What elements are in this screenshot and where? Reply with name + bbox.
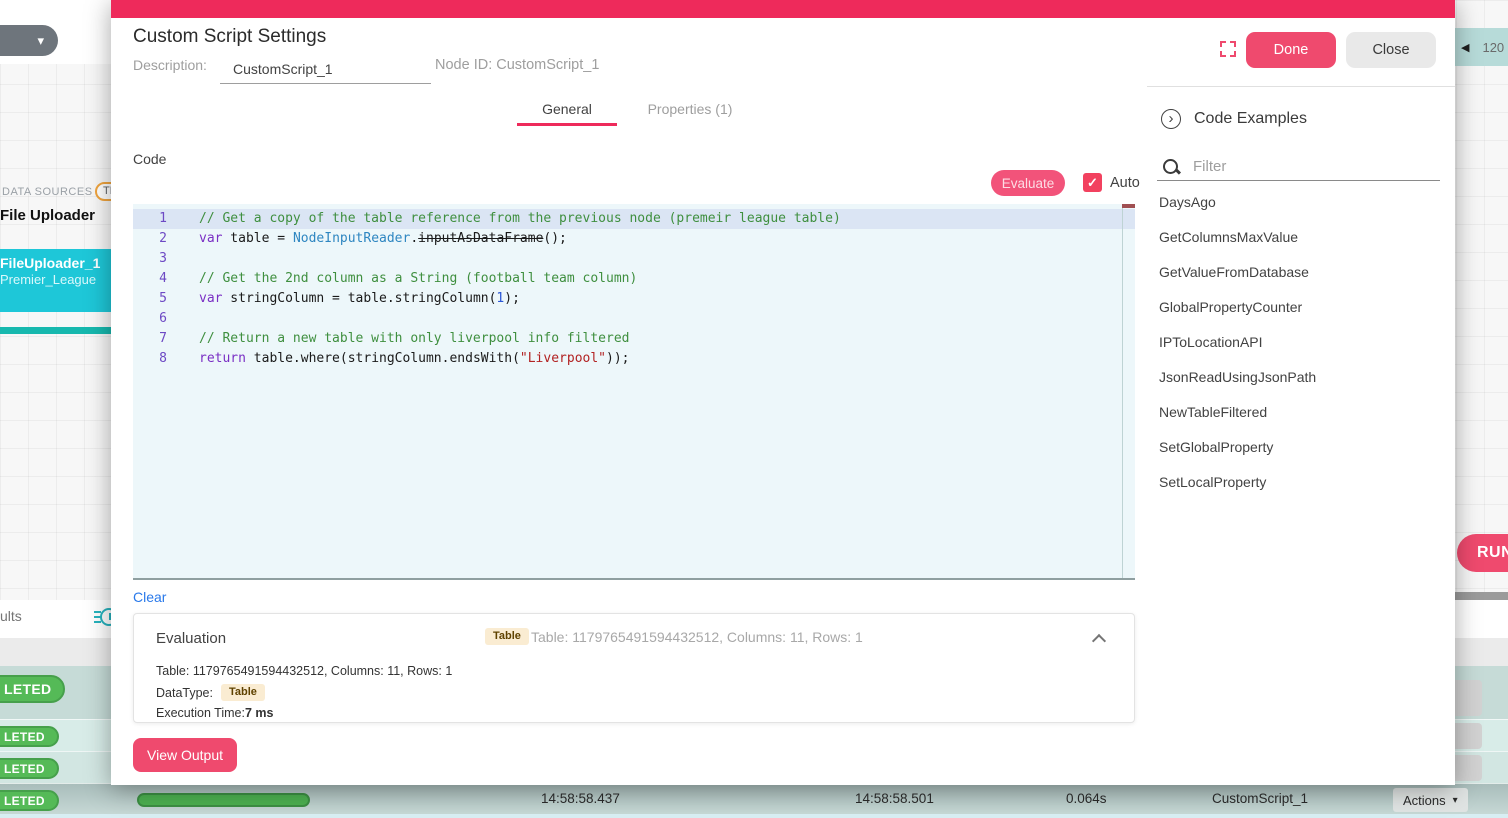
custom-script-settings-modal: Custom Script Settings Description: Node… — [111, 0, 1455, 785]
code-line[interactable]: 4// Get the 2nd column as a String (foot… — [133, 269, 1135, 289]
status-badge: LETED — [0, 675, 65, 703]
code-lines: 1// Get a copy of the table reference fr… — [133, 204, 1135, 369]
evaluate-button[interactable]: Evaluate — [991, 170, 1065, 196]
code-line[interactable]: 8return table.where(stringColumn.endsWit… — [133, 349, 1135, 369]
datatype-badge: Table — [221, 684, 265, 701]
evaluation-card: Evaluation Table Table: 1179765491594432… — [133, 613, 1135, 723]
status-badge: LETED — [0, 758, 59, 779]
code-example-item[interactable]: SetLocalProperty — [1147, 465, 1455, 500]
code-example-item[interactable]: SetGlobalProperty — [1147, 430, 1455, 465]
horizontal-scrollbar[interactable] — [1455, 592, 1508, 600]
actions-dropdown-button[interactable]: Actions ▾ — [1393, 788, 1468, 812]
execution-time-value: 7 ms — [245, 706, 274, 720]
code-examples-sidebar: › Code Examples DaysAgoGetColumnsMaxValu… — [1147, 86, 1455, 785]
result-row-selected: LETED 14:58:58.437 14:58:58.501 0.064s C… — [0, 783, 1508, 814]
clear-link[interactable]: Clear — [133, 589, 166, 605]
dropdown-arrow-icon: ▾ — [37, 34, 44, 47]
execution-time-row: Execution Time:7 ms — [156, 706, 273, 720]
close-button[interactable]: Close — [1346, 32, 1436, 68]
code-section-label: Code — [133, 151, 166, 167]
duration: 0.064s — [1066, 791, 1107, 806]
type-badge: Table — [485, 628, 529, 645]
data-sources-section-label: DATA SOURCES — [2, 186, 93, 198]
node-type-title: File Uploader — [0, 207, 95, 224]
done-button[interactable]: Done — [1246, 32, 1336, 68]
modal-accent-bar — [111, 0, 1455, 18]
view-output-button[interactable]: View Output — [133, 738, 237, 772]
code-line[interactable]: 6 — [133, 309, 1135, 329]
evaluation-detail: Table: 1179765491594432512, Columns: 11,… — [156, 664, 452, 678]
code-example-item[interactable]: JsonReadUsingJsonPath — [1147, 360, 1455, 395]
description-input[interactable] — [220, 54, 431, 84]
app-root: ▾ DATA SOURCES TR File Uploader FileUplo… — [0, 0, 1508, 818]
modal-title: Custom Script Settings — [133, 26, 326, 48]
auto-checkbox[interactable]: ✓ — [1083, 173, 1102, 192]
auto-checkbox-label: Auto — [1110, 175, 1140, 191]
check-icon: ✓ — [1087, 175, 1098, 191]
evaluation-summary: Table: 1179765491594432512, Columns: 11,… — [531, 629, 863, 645]
code-line[interactable]: 3 — [133, 249, 1135, 269]
code-examples-title: Code Examples — [1194, 110, 1307, 128]
deprecation-marker — [1122, 204, 1135, 208]
filter-input[interactable] — [1157, 153, 1440, 181]
zoom-level-value: 120 — [1482, 40, 1504, 55]
code-example-item[interactable]: GetColumnsMaxValue — [1147, 220, 1455, 255]
start-time: 14:58:58.437 — [541, 791, 620, 806]
dropdown-arrow-icon: ▾ — [1453, 795, 1458, 806]
code-example-item[interactable]: GlobalPropertyCounter — [1147, 290, 1455, 325]
evaluation-datatype-row: DataType: Table — [156, 684, 265, 701]
code-editor[interactable]: 1// Get a copy of the table reference fr… — [133, 204, 1135, 580]
evaluation-title: Evaluation — [156, 630, 226, 647]
collapsed-menu-button[interactable]: ▾ — [0, 25, 58, 56]
node-id-label: Node ID: CustomScript_1 — [435, 57, 599, 73]
progress-bar — [137, 793, 310, 807]
code-examples-list: DaysAgoGetColumnsMaxValueGetValueFromDat… — [1147, 185, 1455, 500]
bottom-strip — [0, 814, 1508, 818]
tab-properties[interactable]: Properties (1) — [635, 101, 745, 117]
actions-label: Actions — [1403, 793, 1446, 808]
collapse-left-icon[interactable]: ◀ — [1461, 41, 1469, 54]
code-example-item[interactable]: IPToLocationAPI — [1147, 325, 1455, 360]
node-subtitle: Premier_League — [0, 272, 118, 287]
collapse-chevron-icon[interactable] — [1092, 634, 1106, 648]
zoom-control: ◀ 120 — [1455, 28, 1508, 66]
description-label: Description: — [133, 57, 207, 73]
status-badge: LETED — [0, 790, 59, 811]
code-line[interactable]: 7// Return a new table with only liverpo… — [133, 329, 1135, 349]
code-line[interactable]: 5var stringColumn = table.stringColumn(1… — [133, 289, 1135, 309]
datatype-label: DataType: — [156, 686, 213, 700]
code-example-item[interactable]: DaysAgo — [1147, 185, 1455, 220]
code-example-item[interactable]: NewTableFiltered — [1147, 395, 1455, 430]
code-line[interactable]: 1// Get a copy of the table reference fr… — [133, 209, 1135, 229]
annotation-gutter — [1122, 204, 1135, 578]
fullscreen-icon[interactable] — [1220, 41, 1236, 57]
node-connector-bar — [0, 327, 111, 334]
run-button[interactable]: RUN — [1457, 534, 1508, 572]
code-line[interactable]: 2var table = NodeInputReader.inputAsData… — [133, 229, 1135, 249]
code-examples-header: › Code Examples — [1161, 109, 1307, 129]
results-panel-label: ults — [0, 608, 22, 624]
file-uploader-node[interactable]: FileUploader_1 Premier_League — [0, 249, 118, 312]
node-name: FileUploader_1 — [0, 255, 118, 271]
execution-time-label: Execution Time: — [156, 706, 245, 720]
code-example-item[interactable]: GetValueFromDatabase — [1147, 255, 1455, 290]
collapse-panel-icon[interactable]: › — [1161, 109, 1181, 129]
status-badge: LETED — [0, 726, 59, 747]
tab-general[interactable]: General — [517, 101, 617, 117]
row-node-name: CustomScript_1 — [1212, 791, 1308, 806]
end-time: 14:58:58.501 — [855, 791, 934, 806]
